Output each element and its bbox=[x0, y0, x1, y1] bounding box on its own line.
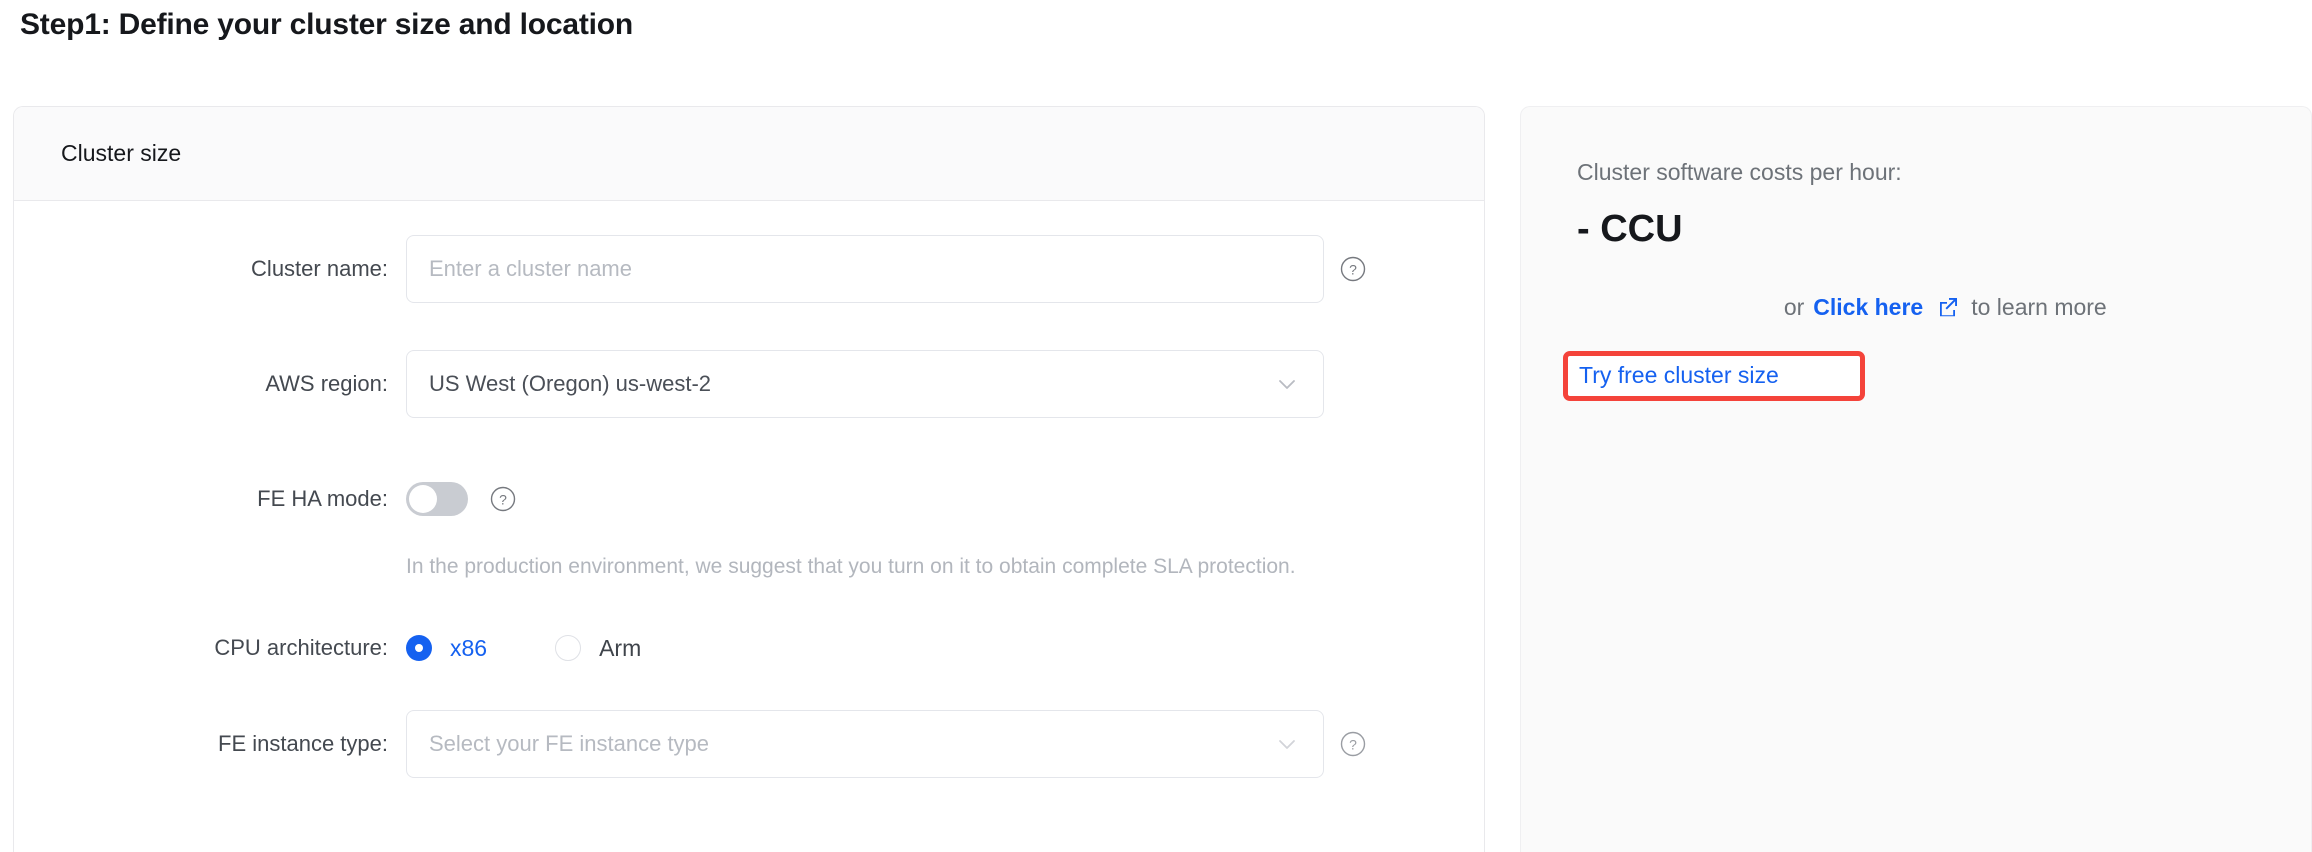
svg-text:?: ? bbox=[499, 492, 507, 508]
radio-button-x86[interactable] bbox=[406, 635, 432, 661]
cluster-name-placeholder: Enter a cluster name bbox=[429, 256, 632, 282]
panel-links-row: Try free cluster size or Click here to l… bbox=[1577, 287, 2311, 327]
external-link-icon[interactable] bbox=[1936, 295, 1960, 319]
radio-label-arm: Arm bbox=[599, 635, 641, 662]
fe-ha-mode-helper-text: In the production environment, we sugges… bbox=[406, 547, 1326, 586]
cluster-size-card: Cluster size Cluster name: Enter a clust… bbox=[13, 106, 1485, 852]
aws-region-value: US West (Oregon) us-west-2 bbox=[429, 371, 711, 397]
links-separator: or bbox=[1784, 294, 1804, 321]
cost-caption: Cluster software costs per hour: bbox=[1577, 159, 2311, 186]
cluster-setup-page: Step1: Define your cluster size and loca… bbox=[0, 0, 2312, 852]
chevron-down-icon bbox=[1275, 372, 1299, 396]
form-row-cluster-name: Cluster name: Enter a cluster name ? bbox=[14, 235, 1484, 303]
question-circle-icon[interactable]: ? bbox=[490, 486, 516, 512]
cluster-name-input[interactable]: Enter a cluster name bbox=[406, 235, 1324, 303]
cost-summary-panel: Cluster software costs per hour: - CCU T… bbox=[1520, 106, 2312, 852]
form-row-aws-region: AWS region: US West (Oregon) us-west-2 bbox=[14, 350, 1484, 418]
fe-ha-mode-toggle[interactable] bbox=[406, 482, 468, 516]
cost-value: - CCU bbox=[1577, 208, 2311, 251]
page-title: Step1: Define your cluster size and loca… bbox=[20, 8, 633, 42]
question-circle-icon[interactable]: ? bbox=[1340, 256, 1366, 282]
fe-instance-type-placeholder: Select your FE instance type bbox=[429, 731, 709, 757]
question-circle-icon[interactable]: ? bbox=[1340, 731, 1366, 757]
svg-text:?: ? bbox=[1349, 737, 1357, 753]
toggle-knob bbox=[409, 485, 437, 513]
radio-label-x86: x86 bbox=[450, 635, 487, 662]
card-header: Cluster size bbox=[14, 107, 1484, 201]
click-here-link[interactable]: Click here bbox=[1813, 294, 1923, 321]
radio-option-x86[interactable]: x86 bbox=[406, 635, 487, 662]
learn-more-text: to learn more bbox=[1971, 294, 2107, 321]
form-row-cpu-architecture: CPU architecture: x86 Arm bbox=[14, 614, 1484, 682]
card-header-title: Cluster size bbox=[61, 140, 181, 167]
fe-ha-mode-label: FE HA mode: bbox=[14, 465, 406, 533]
radio-option-arm[interactable]: Arm bbox=[555, 635, 641, 662]
aws-region-label: AWS region: bbox=[14, 350, 406, 418]
card-body: Cluster name: Enter a cluster name ? AWS bbox=[14, 201, 1484, 778]
form-row-fe-instance-type: FE instance type: Select your FE instanc… bbox=[14, 710, 1484, 778]
fe-instance-type-select[interactable]: Select your FE instance type bbox=[406, 710, 1324, 778]
aws-region-select[interactable]: US West (Oregon) us-west-2 bbox=[406, 350, 1324, 418]
cpu-architecture-label: CPU architecture: bbox=[14, 614, 406, 682]
fe-instance-type-label: FE instance type: bbox=[14, 710, 406, 778]
try-free-cluster-size-link[interactable]: Try free cluster size bbox=[1579, 362, 1779, 389]
svg-text:?: ? bbox=[1349, 262, 1357, 278]
radio-button-arm[interactable] bbox=[555, 635, 581, 661]
form-row-fe-ha-mode: FE HA mode: ? In the producti bbox=[14, 465, 1484, 586]
chevron-down-icon bbox=[1275, 732, 1299, 756]
cluster-name-label: Cluster name: bbox=[14, 235, 406, 303]
